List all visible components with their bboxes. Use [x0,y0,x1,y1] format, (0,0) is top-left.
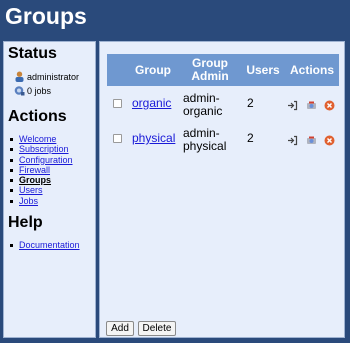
help-heading: Help [8,214,43,231]
sidebar-item-jobs: Jobs [9,196,73,206]
sidebar-item-welcome: Welcome [9,134,73,144]
sidebar-link-groups[interactable]: Groups [19,175,51,185]
column-header-users: Users [246,62,280,77]
sidebar: Status administrator 0 jobs Actions Welc… [3,41,96,338]
row-checkbox[interactable] [113,134,122,143]
sidebar-link-subscription[interactable]: Subscription [19,144,69,154]
status-jobs-label: 0 jobs [27,85,52,96]
login-icon[interactable] [287,133,298,146]
login-icon[interactable] [287,98,298,111]
group-admin-line2: organic [183,104,223,118]
edit-icon[interactable] [306,133,317,144]
sidebar-item-configuration: Configuration [9,155,73,165]
delete-button[interactable]: Delete [138,321,176,336]
sidebar-link-jobs[interactable]: Jobs [19,196,38,206]
sidebar-item-firewall: Firewall [9,165,73,175]
sidebar-item-users: Users [9,185,73,195]
status-heading: Status [8,45,57,62]
sidebar-item-documentation: Documentation [9,240,80,250]
group-admin: admin- physical [183,127,226,153]
table-row: physical admin- physical 2 [107,126,339,162]
help-list: Documentation [9,240,80,250]
sidebar-link-users[interactable]: Users [19,185,43,195]
group-link[interactable]: physical [132,131,175,145]
user-count: 2 [247,96,254,110]
status-user: administrator [14,71,79,82]
sidebar-link-configuration[interactable]: Configuration [19,155,73,165]
column-header-group: Group [135,62,171,77]
user-count: 2 [247,131,254,145]
column-header-group-admin: Group Admin [191,56,229,83]
add-button[interactable]: Add [106,321,134,336]
main-panel: Group Group Admin Users Actions organic … [99,41,345,338]
sidebar-link-firewall[interactable]: Firewall [19,165,50,175]
actions-heading: Actions [8,108,67,125]
page-title: Groups [5,3,87,29]
group-link[interactable]: organic [132,96,171,110]
group-admin-line2: physical [183,139,227,153]
table-header: Group Group Admin Users Actions [107,54,339,86]
sidebar-link-documentation[interactable]: Documentation [19,240,80,250]
row-checkbox[interactable] [113,99,122,108]
status-user-label: administrator [27,71,80,82]
status-jobs: 0 jobs [14,85,51,96]
group-admin: admin- organic [183,92,222,118]
delete-icon[interactable] [324,133,335,146]
jobs-icon [14,85,25,96]
sidebar-item-groups: Groups [9,175,73,185]
sidebar-link-welcome[interactable]: Welcome [19,134,56,144]
actions-list: Welcome Subscription Configuration Firew… [9,134,73,206]
edit-icon[interactable] [306,98,317,109]
table-row: organic admin- organic 2 [107,90,339,126]
user-icon [14,71,25,82]
column-header-actions: Actions [289,62,334,77]
sidebar-item-subscription: Subscription [9,144,73,154]
delete-icon[interactable] [324,98,335,111]
